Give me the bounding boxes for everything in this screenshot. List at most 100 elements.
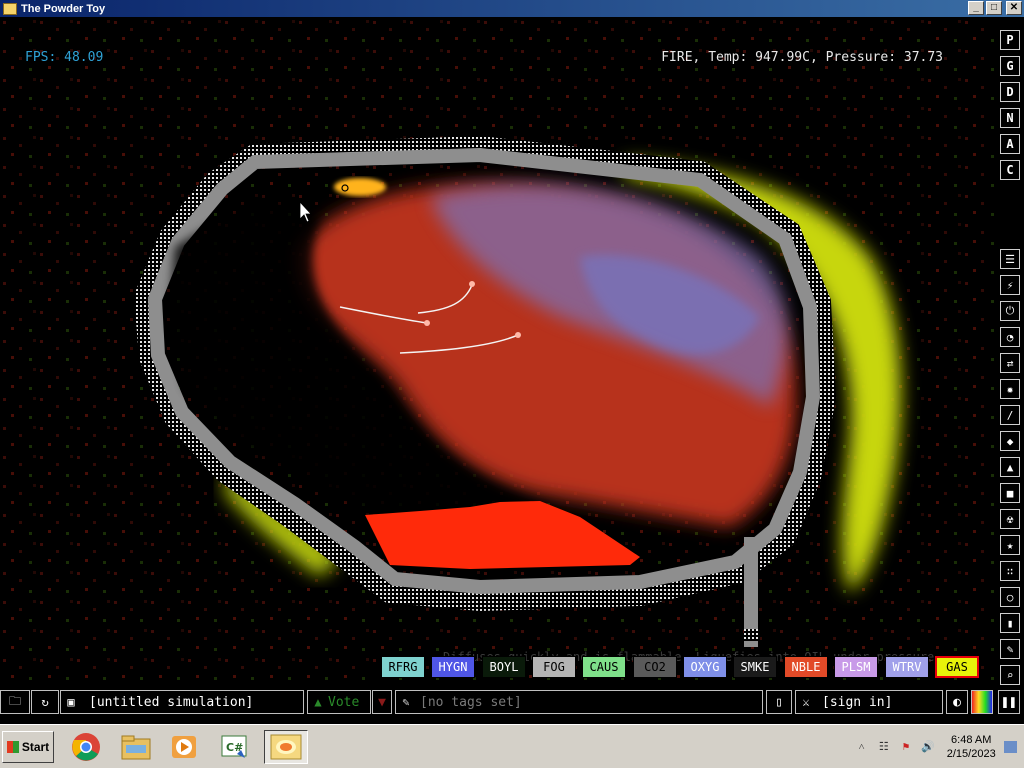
walls-icon: ☰ bbox=[1005, 252, 1015, 266]
render-mode-p-button[interactable]: P bbox=[1000, 30, 1020, 50]
gases-icon: / bbox=[1006, 408, 1014, 422]
electronics-icon: ⚡ bbox=[1006, 278, 1014, 292]
element-wtrv-button[interactable]: WTRV bbox=[885, 656, 929, 678]
tags-field[interactable]: ✎ [no tags set] bbox=[395, 690, 763, 714]
powder-toy-icon bbox=[270, 734, 302, 760]
sign-in-button[interactable]: ⚔ [sign in] bbox=[795, 690, 943, 714]
show-hidden-icons-icon[interactable]: ˄ bbox=[854, 740, 869, 754]
element-hygn-button[interactable]: HYGN bbox=[431, 656, 475, 678]
element-rfrg-button[interactable]: RFRG bbox=[381, 656, 425, 678]
render-mode-c-button[interactable]: C bbox=[1000, 160, 1020, 180]
force-icon: ⇄ bbox=[1006, 356, 1014, 370]
tag-icon: ✎ bbox=[402, 695, 410, 709]
clock[interactable]: 6:48 AM 2/15/2023 bbox=[947, 733, 996, 761]
element-co2-button[interactable]: CO2 bbox=[633, 656, 677, 678]
csharp-taskbar-button[interactable]: C# bbox=[216, 730, 252, 764]
csharp-icon: C# bbox=[221, 735, 247, 758]
favorites-icon: ▮ bbox=[1006, 616, 1014, 630]
volume-icon[interactable]: 🔊 bbox=[921, 740, 936, 754]
render-options-button[interactable] bbox=[971, 690, 993, 714]
special-category-button[interactable]: ★ bbox=[1000, 535, 1020, 555]
explosives-icon: ✹ bbox=[1006, 382, 1014, 396]
render-mode-n-button[interactable]: N bbox=[1000, 108, 1020, 128]
element-boyl-button[interactable]: BOYL bbox=[482, 656, 526, 678]
user-icon: ⚔ bbox=[802, 695, 810, 709]
reload-icon: ↻ bbox=[41, 695, 49, 709]
life-category-button[interactable]: ∷ bbox=[1000, 561, 1020, 581]
close-button[interactable]: ✕ bbox=[1006, 1, 1022, 15]
tags-text: [no tags set] bbox=[420, 694, 522, 710]
render-mode-g-button[interactable]: G bbox=[1000, 56, 1020, 76]
tools-icon: ○ bbox=[1006, 590, 1014, 604]
solids-icon: ■ bbox=[1006, 486, 1014, 500]
powder-toy-app-icon bbox=[3, 2, 17, 15]
element-nble-button[interactable]: NBLE bbox=[784, 656, 828, 678]
radioactive-icon: ☢ bbox=[1006, 512, 1014, 526]
media-player-taskbar-button[interactable] bbox=[166, 730, 202, 764]
liquids-category-button[interactable]: ◆ bbox=[1000, 431, 1020, 451]
particle-info: FIRE, Temp: 947.99C, Pressure: 37.73 bbox=[661, 50, 943, 65]
windows-flag-icon bbox=[6, 741, 19, 753]
search-category-button[interactable]: ⌕ bbox=[1000, 665, 1020, 685]
open-folder-icon: 🗀 bbox=[8, 693, 21, 708]
powered-icon: ⏻ bbox=[1005, 304, 1015, 317]
start-button[interactable]: Start bbox=[2, 731, 54, 763]
chrome-taskbar-button[interactable] bbox=[68, 730, 104, 764]
render-mode-d-button[interactable]: D bbox=[1000, 82, 1020, 102]
vote-up-button[interactable]: ▲ Vote bbox=[307, 690, 371, 714]
file-explorer-taskbar-button[interactable] bbox=[118, 730, 154, 764]
element-smke-button[interactable]: SMKE bbox=[733, 656, 777, 678]
sensors-category-button[interactable]: ◔ bbox=[1000, 327, 1020, 347]
chrome-icon bbox=[72, 733, 100, 761]
settings-icon: ◐ bbox=[953, 694, 961, 710]
reload-button[interactable]: ↻ bbox=[31, 690, 59, 714]
start-label: Start bbox=[21, 740, 50, 754]
new-simulation-button[interactable]: ▯ bbox=[766, 690, 792, 714]
show-desktop-icon[interactable] bbox=[1003, 741, 1017, 753]
solids-category-button[interactable]: ■ bbox=[1000, 483, 1020, 503]
life-icon: ∷ bbox=[1006, 564, 1014, 578]
media-player-icon bbox=[172, 736, 196, 758]
title-bar: The Powder Toy _ □ ✕ bbox=[0, 0, 1024, 17]
vote-label: Vote bbox=[328, 694, 360, 710]
clock-date: 2/15/2023 bbox=[946, 748, 996, 760]
element-caus-button[interactable]: CAUS bbox=[582, 656, 626, 678]
simulation-name-field[interactable]: ▣ [untitled simulation] bbox=[60, 690, 304, 714]
force-category-button[interactable]: ⇄ bbox=[1000, 353, 1020, 373]
powders-category-button[interactable]: ▲ bbox=[1000, 457, 1020, 477]
clock-time: 6:48 AM bbox=[951, 734, 992, 746]
explosives-category-button[interactable]: ✹ bbox=[1000, 379, 1020, 399]
action-center-icon[interactable]: ⚑ bbox=[898, 740, 913, 754]
simulation-drawing bbox=[0, 17, 995, 687]
powered-category-button[interactable]: ⏻ bbox=[1000, 301, 1020, 321]
decoration-category-button[interactable]: ✎ bbox=[1000, 639, 1020, 659]
sensors-icon: ◔ bbox=[1006, 330, 1014, 344]
special-icon: ★ bbox=[1006, 538, 1014, 552]
minimize-button[interactable]: _ bbox=[968, 1, 984, 15]
element-plsm-button[interactable]: PLSM bbox=[834, 656, 878, 678]
element-fog-button[interactable]: FOG bbox=[532, 656, 576, 678]
walls-category-button[interactable]: ☰ bbox=[1000, 249, 1020, 269]
electronics-category-button[interactable]: ⚡ bbox=[1000, 275, 1020, 295]
thumbs-down-icon: ▼ bbox=[378, 694, 386, 710]
decoration-icon: ✎ bbox=[1006, 642, 1014, 656]
open-simulation-button[interactable]: 🗀 bbox=[0, 690, 30, 714]
render-mode-a-button[interactable]: A bbox=[1000, 134, 1020, 154]
thumbs-up-icon: ▲ bbox=[314, 695, 322, 709]
radioactive-category-button[interactable]: ☢ bbox=[1000, 509, 1020, 529]
vote-down-button[interactable]: ▼ bbox=[372, 690, 392, 714]
powder-toy-taskbar-button[interactable] bbox=[264, 730, 308, 764]
file-explorer-icon bbox=[121, 735, 151, 760]
maximize-button[interactable]: □ bbox=[986, 1, 1002, 15]
simulation-canvas[interactable]: FPS: 48.09 FIRE, Temp: 947.99C, Pressure… bbox=[0, 17, 995, 687]
pause-icon: ❚❚ bbox=[1001, 694, 1017, 710]
pause-button[interactable]: ❚❚ bbox=[998, 690, 1020, 714]
favorites-category-button[interactable]: ▮ bbox=[1000, 613, 1020, 633]
network-icon[interactable]: ☷ bbox=[876, 740, 891, 754]
tools-category-button[interactable]: ○ bbox=[1000, 587, 1020, 607]
settings-button[interactable]: ◐ bbox=[946, 690, 968, 714]
gases-category-button[interactable]: / bbox=[1000, 405, 1020, 425]
element-oxyg-button[interactable]: OXYG bbox=[683, 656, 727, 678]
element-gas-button[interactable]: GAS bbox=[935, 656, 979, 678]
sign-in-label: [sign in] bbox=[822, 694, 893, 710]
